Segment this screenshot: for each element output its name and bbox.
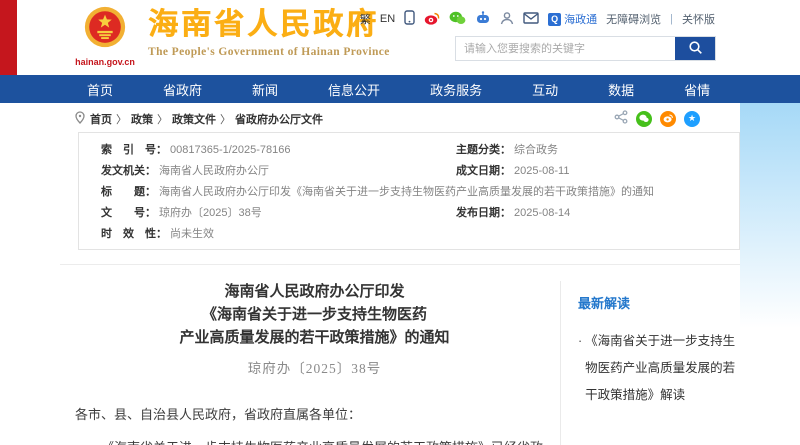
meta-category-value: 综合政务 xyxy=(514,140,558,161)
meta-date-written-label: 成文日期： xyxy=(456,161,511,182)
background-gradient xyxy=(740,103,800,328)
accessibility-link[interactable]: 无障碍浏览 xyxy=(606,11,661,27)
document-title-line3: 产业高质量发展的若干政策措施》的通知 xyxy=(75,327,554,350)
share-icon[interactable] xyxy=(614,110,628,127)
meta-date-written-value: 2025-08-11 xyxy=(514,161,569,182)
share-favorite-star-icon[interactable]: ★ xyxy=(684,111,700,127)
sidebar-interpretation-link[interactable]: · 《海南省关于进一步支持生物医药产业高质量发展的若干政策措施》解读 xyxy=(578,328,740,409)
nav-item-province-profile[interactable]: 省情 xyxy=(659,80,735,99)
nav-item-information-disclosure[interactable]: 信息公开 xyxy=(303,80,405,99)
english-link[interactable]: EN xyxy=(380,13,395,25)
nav-item-data[interactable]: 数据 xyxy=(583,80,659,99)
location-pin-icon xyxy=(75,111,85,127)
robot-assistant-icon[interactable] xyxy=(475,11,491,27)
document-body-column: 海南省人民政府办公厅印发 《海南省关于进一步支持生物医药 产业高质量发展的若干政… xyxy=(60,265,560,445)
meta-title-label: 标 题： xyxy=(101,182,156,203)
site-title: 海南省人民政府 xyxy=(148,8,390,42)
nav-item-interaction[interactable]: 互动 xyxy=(507,80,583,99)
list-bullet: · xyxy=(578,328,582,409)
document-meta-table: 索 引 号：00817365-1/2025-78166 主题分类：综合政务 发文… xyxy=(78,132,740,250)
document-text: 各市、县、自治县人民政府，省政府直属各单位： 《海南省关于进一步支持生物医药产业… xyxy=(75,401,554,445)
breadcrumb-separator: 〉 xyxy=(116,111,127,127)
search-input[interactable] xyxy=(456,37,675,60)
meta-pub-date-label: 发布日期： xyxy=(456,203,511,224)
traditional-chinese-link[interactable]: 繁 xyxy=(360,11,371,27)
nav-item-home[interactable]: 首页 xyxy=(62,80,138,99)
sidebar-heading: 最新解读 xyxy=(578,293,740,312)
document-title-line2: 《海南省关于进一步支持生物医药 xyxy=(75,304,554,327)
nav-item-news[interactable]: 新闻 xyxy=(227,80,303,99)
breadcrumb-separator: 〉 xyxy=(157,111,168,127)
breadcrumb-home[interactable]: 首页 xyxy=(90,111,112,127)
user-account-icon[interactable] xyxy=(500,11,514,28)
meta-title-value: 海南省人民政府办公厅印发《海南省关于进一步支持生物医药产业高质量发展的若干政策措… xyxy=(159,182,654,203)
breadcrumb: 首页 〉 政策 〉 政策文件 〉 省政府办公厅文件 ★ xyxy=(75,110,700,127)
document-number: 琼府办〔2025〕38号 xyxy=(75,357,554,377)
breadcrumb-current-page[interactable]: 省政府办公厅文件 xyxy=(235,111,323,127)
meta-row: 文 号：琼府办〔2025〕38号 发布日期：2025-08-14 xyxy=(101,203,729,224)
share-wechat-icon[interactable] xyxy=(636,111,652,127)
care-version-link[interactable]: 关怀版 xyxy=(682,11,715,27)
meta-issuer-label: 发文机关： xyxy=(101,161,156,182)
search-icon xyxy=(688,40,703,58)
sidebar-link-text: 《海南省关于进一步支持生物医药产业高质量发展的若干政策措施》解读 xyxy=(585,328,740,409)
national-emblem-icon xyxy=(82,38,128,55)
meta-index-label: 索 引 号： xyxy=(101,140,167,161)
search-button[interactable] xyxy=(675,37,715,60)
meta-validity-value: 尚未生效 xyxy=(170,224,214,245)
haizhengtong-icon: Q xyxy=(548,13,561,26)
wechat-icon[interactable] xyxy=(449,11,466,28)
meta-index-value: 00817365-1/2025-78166 xyxy=(170,140,291,161)
main-navigation: 首页 省政府 新闻 信息公开 政务服务 互动 数据 省情 xyxy=(0,75,800,103)
breadcrumb-policy[interactable]: 政策 xyxy=(131,111,153,127)
red-banner-bar xyxy=(0,0,17,75)
mail-icon[interactable] xyxy=(523,12,539,27)
site-header: hainan.gov.cn 海南省人民政府 The People's Gover… xyxy=(0,0,800,75)
mobile-phone-icon[interactable] xyxy=(404,10,415,28)
meta-pub-date-value: 2025-08-14 xyxy=(514,203,570,224)
haizhengtong-label: 海政通 xyxy=(564,11,597,27)
share-weibo-icon[interactable] xyxy=(660,111,676,127)
document-paragraph: 《海南省关于进一步支持生物医药产业高质量发展的若干政策措施》已经省政府同意，现印… xyxy=(75,434,554,445)
site-logo[interactable]: hainan.gov.cn xyxy=(68,5,142,67)
share-toolbar: ★ xyxy=(614,110,700,127)
meta-doc-no-label: 文 号： xyxy=(101,203,156,224)
breadcrumb-separator: 〉 xyxy=(220,111,231,127)
breadcrumb-policy-documents[interactable]: 政策文件 xyxy=(172,111,216,127)
sidebar-latest-interpretation: 最新解读 · 《海南省关于进一步支持生物医药产业高质量发展的若干政策措施》解读 xyxy=(560,281,740,445)
document-title-line1: 海南省人民政府办公厅印发 xyxy=(75,281,554,304)
meta-row: 发文机关：海南省人民政府办公厅 成文日期：2025-08-11 xyxy=(101,161,729,182)
utility-separator: | xyxy=(670,13,673,25)
nav-item-government-services[interactable]: 政务服务 xyxy=(405,80,507,99)
document-salutation: 各市、县、自治县人民政府，省政府直属各单位： xyxy=(75,401,554,428)
haizhengtong-link[interactable]: Q 海政通 xyxy=(548,11,597,27)
meta-issuer-value: 海南省人民政府办公厅 xyxy=(159,161,269,182)
utility-bar: 繁 EN Q 海政通 无障碍浏览 | 关怀版 xyxy=(360,10,715,28)
meta-row: 索 引 号：00817365-1/2025-78166 主题分类：综合政务 xyxy=(101,140,729,161)
nav-item-provincial-government[interactable]: 省政府 xyxy=(138,80,227,99)
site-title-english: The People's Government of Hainan Provin… xyxy=(148,46,390,58)
meta-category-label: 主题分类： xyxy=(456,140,511,161)
meta-row: 时 效 性：尚未生效 xyxy=(101,224,729,245)
meta-validity-label: 时 效 性： xyxy=(101,224,167,245)
site-search xyxy=(455,36,716,61)
logo-domain-text: hainan.gov.cn xyxy=(68,57,142,67)
weibo-icon[interactable] xyxy=(424,11,440,28)
meta-row: 标 题：海南省人民政府办公厅印发《海南省关于进一步支持生物医药产业高质量发展的若… xyxy=(101,182,729,203)
content-area: 海南省人民政府办公厅印发 《海南省关于进一步支持生物医药 产业高质量发展的若干政… xyxy=(60,265,740,445)
document-title: 海南省人民政府办公厅印发 《海南省关于进一步支持生物医药 产业高质量发展的若干政… xyxy=(75,281,554,350)
meta-doc-no-value: 琼府办〔2025〕38号 xyxy=(159,203,262,224)
